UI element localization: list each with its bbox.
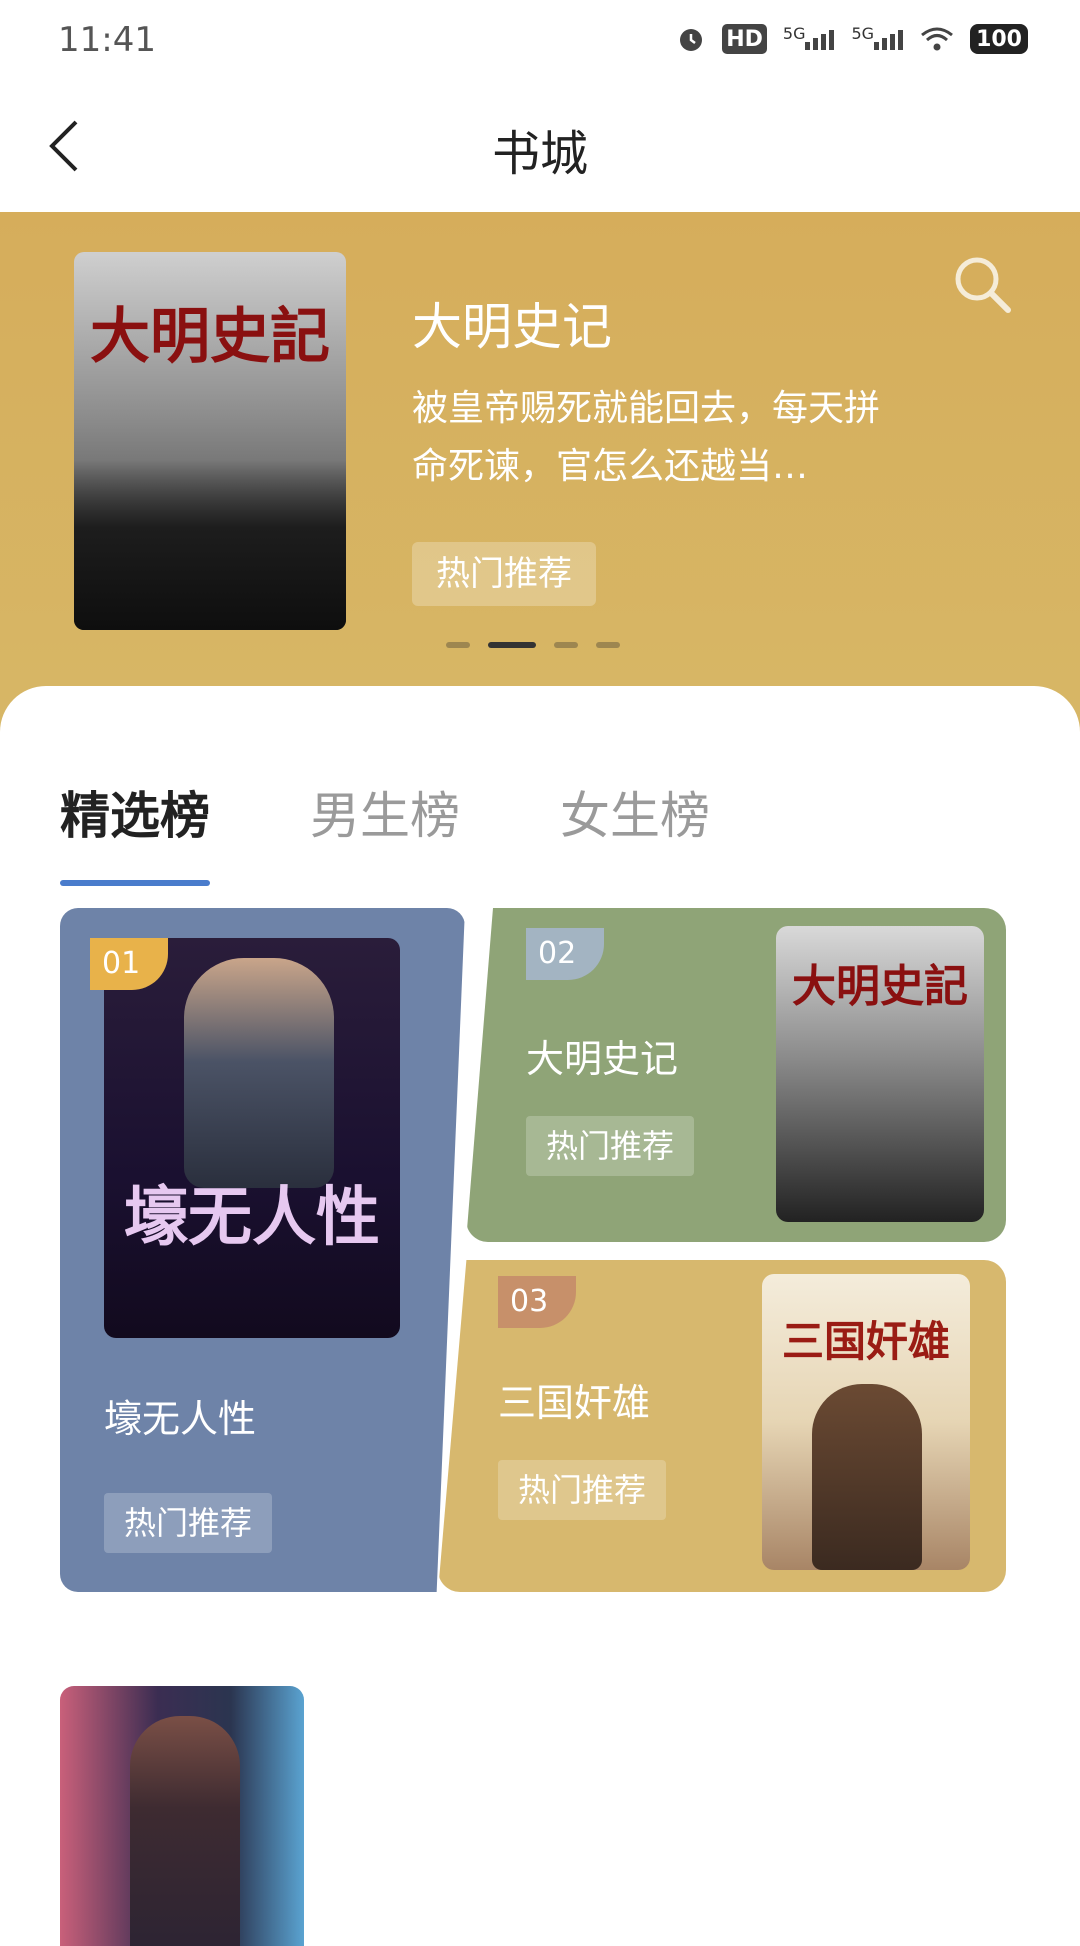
- cover-art: [74, 460, 346, 630]
- book-title[interactable]: 壕无人性: [104, 1388, 256, 1443]
- ranking-tabs: 精选榜 男生榜 女生榜: [60, 776, 710, 886]
- cover-title: 大明史記: [90, 302, 330, 372]
- book-tag: 热门推荐: [104, 1493, 273, 1553]
- ranking-card-1[interactable]: 壕无人性 01 壕无人性 热门推荐: [60, 908, 465, 1592]
- book-title[interactable]: 三国奸雄: [498, 1372, 650, 1427]
- tab-female[interactable]: 女生榜: [560, 776, 710, 848]
- ranking-panel: 精选榜 男生榜 女生榜 壕无人性 01 壕无人性 热门推荐 02 大明史记 热门…: [0, 686, 1080, 1946]
- book-tag: 热门推荐: [526, 1116, 695, 1176]
- status-icons: HD 5G 5G 100: [676, 24, 1028, 54]
- featured-book-cover[interactable]: 大明史記: [74, 252, 346, 630]
- book-title[interactable]: 大明史记: [526, 1028, 678, 1083]
- book-cover[interactable]: 大明史記: [776, 926, 984, 1222]
- cover-art: [130, 1716, 240, 1946]
- carousel-dot[interactable]: [446, 642, 470, 648]
- featured-banner[interactable]: 大明史記 大明史记 被皇帝赐死就能回去，每天拼命死谏，官怎么还越当… 热门推荐: [0, 212, 1080, 732]
- book-tag: 热门推荐: [498, 1460, 667, 1520]
- featured-book-description: 被皇帝赐死就能回去，每天拼命死谏，官怎么还越当…: [412, 388, 881, 487]
- rank-badge: 03: [498, 1276, 576, 1328]
- ranking-card-3[interactable]: 03 三国奸雄 热门推荐 三国奸雄: [438, 1260, 1006, 1592]
- ranking-card-2[interactable]: 02 大明史记 热门推荐 大明史記: [466, 908, 1006, 1242]
- carousel-dot[interactable]: [554, 642, 578, 648]
- carousel-dot[interactable]: [596, 642, 620, 648]
- hd-icon: HD: [722, 24, 767, 54]
- carousel-indicator: [446, 642, 620, 648]
- tab-male[interactable]: 男生榜: [310, 776, 460, 848]
- book-cover-next[interactable]: [60, 1686, 304, 1946]
- signal-5g-icon: 5G: [851, 24, 904, 54]
- cover-title: 大明史記: [792, 961, 968, 1012]
- status-time: 11:41: [58, 20, 156, 60]
- cover-title: 三国奸雄: [781, 1317, 950, 1366]
- book-cover[interactable]: 三国奸雄: [762, 1274, 970, 1570]
- featured-book-title[interactable]: 大明史记: [412, 287, 612, 359]
- alarm-icon: [676, 24, 706, 54]
- rank-badge: 02: [526, 928, 604, 980]
- wifi-icon: [920, 24, 954, 54]
- signal-label: 5G: [851, 24, 875, 43]
- cover-title: 壕无人性: [124, 1181, 380, 1255]
- book-cover[interactable]: 壕无人性: [104, 938, 400, 1338]
- app-header: 书城: [0, 86, 1080, 212]
- search-icon[interactable]: [950, 252, 1014, 316]
- tab-featured[interactable]: 精选榜: [60, 776, 210, 886]
- cover-art: [812, 1384, 922, 1570]
- signal-label: 5G: [782, 24, 806, 43]
- carousel-dot-active[interactable]: [488, 642, 536, 648]
- signal-5g-icon: 5G: [783, 24, 836, 54]
- battery-indicator: 100: [970, 24, 1028, 54]
- cover-art: [184, 958, 334, 1188]
- page-title: 书城: [491, 126, 588, 182]
- featured-book-tag: 热门推荐: [412, 542, 596, 606]
- status-bar: 11:41 HD 5G 5G 100: [0, 0, 1080, 86]
